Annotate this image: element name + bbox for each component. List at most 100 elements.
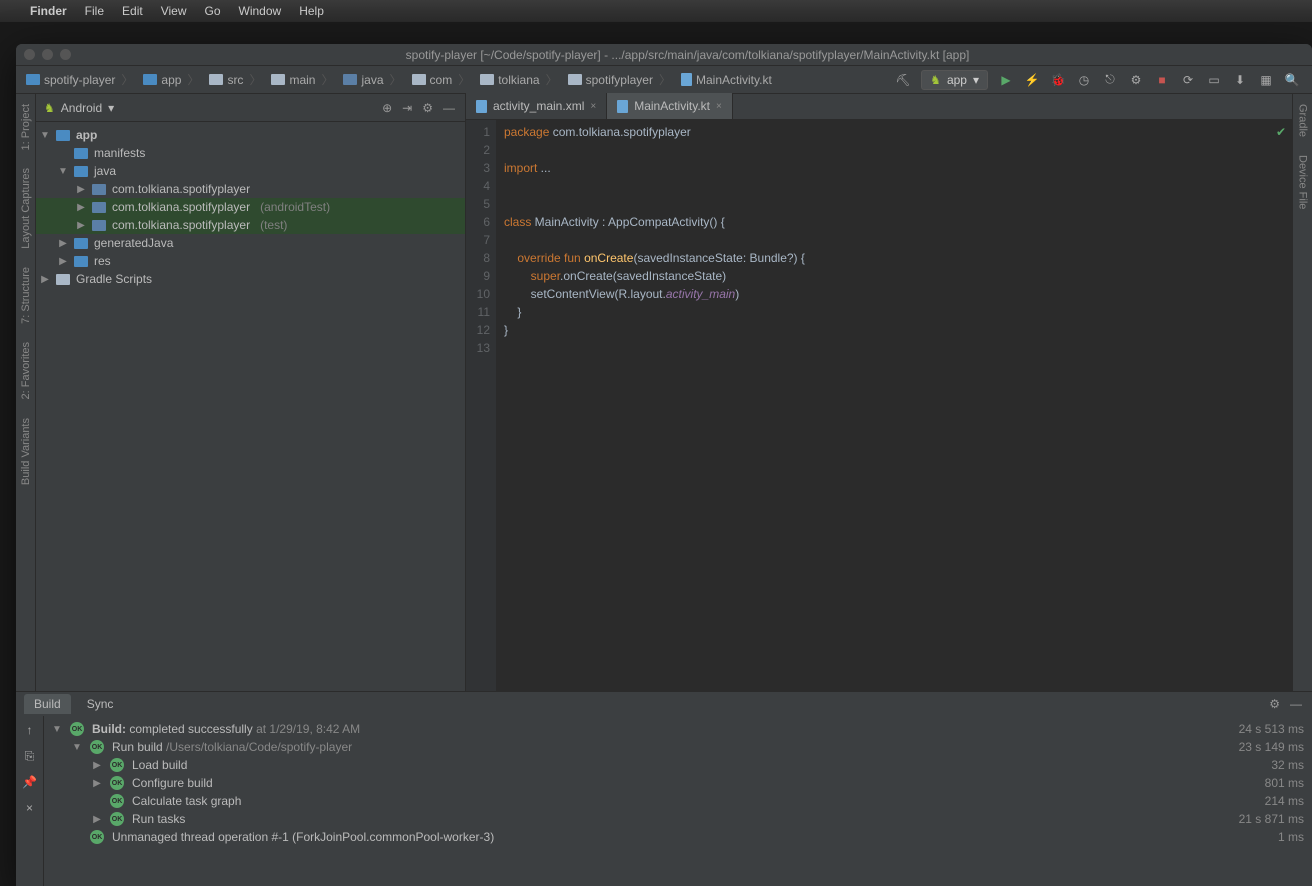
close-tab-icon[interactable]: × bbox=[590, 101, 596, 112]
xml-file-icon bbox=[476, 100, 487, 113]
rail-project[interactable]: 1: Project bbox=[20, 100, 32, 154]
sync-icon[interactable]: ⟳ bbox=[1180, 72, 1196, 88]
breadcrumbs: spotify-player〉 app〉 src〉 main〉 java〉 co… bbox=[22, 69, 895, 90]
crumb-com[interactable]: com〉 bbox=[408, 69, 475, 90]
rail-layout-captures[interactable]: Layout Captures bbox=[20, 164, 32, 253]
tree-item[interactable]: ▼app bbox=[36, 126, 465, 144]
rail-structure[interactable]: 7: Structure bbox=[20, 263, 32, 328]
folder-icon bbox=[412, 74, 426, 85]
minimize-icon[interactable] bbox=[42, 49, 53, 60]
folder-icon bbox=[480, 74, 494, 85]
tree-item[interactable]: ▶com.tolkiana.spotifyplayer bbox=[36, 180, 465, 198]
menu-file[interactable]: File bbox=[85, 4, 104, 18]
tree-item[interactable]: ▶Gradle Scripts bbox=[36, 270, 465, 288]
crumb-spotifyplayer[interactable]: spotifyplayer〉 bbox=[564, 69, 675, 90]
folder-icon bbox=[74, 148, 88, 159]
run-icon[interactable]: ▶ bbox=[998, 72, 1014, 88]
build-row[interactable]: Unmanaged thread operation #-1 (ForkJoin… bbox=[44, 828, 1312, 846]
build-row[interactable]: ▼Build: completed successfully at 1/29/1… bbox=[44, 720, 1312, 738]
close-icon[interactable] bbox=[24, 49, 35, 60]
folder-icon bbox=[74, 238, 88, 249]
toolbar-actions: ⛏ ♞ app ▾ ▶ ⚡ 🐞 ◷ ⎋ ⚙ ■ ⟳ ▭ ⬇ ▦ 🔍 bbox=[895, 70, 1306, 90]
build-row[interactable]: ▼Run build /Users/tolkiana/Code/spotify-… bbox=[44, 738, 1312, 756]
code-editor[interactable]: 12345678910111213 ✔ package com.tolkiana… bbox=[466, 120, 1292, 691]
bottom-tabs: Build Sync ⚙ — bbox=[16, 692, 1312, 716]
crumb-java[interactable]: java〉 bbox=[339, 69, 405, 90]
ok-badge-icon bbox=[110, 794, 124, 808]
crumb-project[interactable]: spotify-player〉 bbox=[22, 69, 137, 90]
chevron-down-icon[interactable]: ▾ bbox=[108, 101, 114, 115]
project-header: ♞ Android ▾ ⊕ ⇥ ⚙ — bbox=[36, 94, 465, 122]
build-row[interactable]: ▶Run tasks21 s 871 ms bbox=[44, 810, 1312, 828]
gradle-icon bbox=[56, 274, 70, 285]
tree-item[interactable]: ▶com.tolkiana.spotifyplayer(androidTest) bbox=[36, 198, 465, 216]
menubar-app-name[interactable]: Finder bbox=[30, 4, 67, 18]
layout-inspect-icon[interactable]: ▦ bbox=[1258, 72, 1274, 88]
close-tab-icon[interactable]: × bbox=[716, 101, 722, 112]
menu-help[interactable]: Help bbox=[299, 4, 324, 18]
avd-icon[interactable]: ▭ bbox=[1206, 72, 1222, 88]
filter-icon[interactable]: ↑ bbox=[22, 722, 38, 738]
tree-item[interactable]: ▶res bbox=[36, 252, 465, 270]
hammer-icon[interactable]: ⛏ bbox=[895, 72, 911, 88]
code-area[interactable]: ✔ package com.tolkiana.spotifyplayer imp… bbox=[496, 120, 1292, 691]
tree-item[interactable]: manifests bbox=[36, 144, 465, 162]
rail-build-variants[interactable]: Build Variants bbox=[20, 414, 32, 489]
tab-sync[interactable]: Sync bbox=[77, 694, 124, 714]
rail-device-file[interactable]: Device File bbox=[1297, 151, 1309, 213]
search-icon[interactable]: 🔍 bbox=[1284, 72, 1300, 88]
gear-icon[interactable]: ⚙ bbox=[420, 99, 435, 117]
gear-icon[interactable]: ⚙ bbox=[1267, 695, 1282, 713]
sdk-icon[interactable]: ⬇ bbox=[1232, 72, 1248, 88]
expand-icon[interactable]: ⎘ bbox=[22, 748, 38, 764]
zoom-icon[interactable] bbox=[60, 49, 71, 60]
kotlin-file-icon bbox=[617, 100, 628, 113]
attach-icon[interactable]: ⎋ bbox=[1102, 72, 1118, 88]
build-row[interactable]: ▶Load build32 ms bbox=[44, 756, 1312, 774]
rail-gradle[interactable]: Gradle bbox=[1297, 100, 1309, 141]
tree-item[interactable]: ▶generatedJava bbox=[36, 234, 465, 252]
build-row[interactable]: ▶Configure build801 ms bbox=[44, 774, 1312, 792]
debug-icon[interactable]: 🐞 bbox=[1050, 72, 1066, 88]
tree-item[interactable]: ▼java bbox=[36, 162, 465, 180]
folder-icon bbox=[568, 74, 582, 85]
crumb-src[interactable]: src〉 bbox=[205, 69, 265, 90]
tab-build[interactable]: Build bbox=[24, 694, 71, 714]
rail-favorites[interactable]: 2: Favorites bbox=[20, 338, 32, 403]
folder-icon bbox=[74, 256, 88, 267]
folder-icon bbox=[26, 74, 40, 85]
ok-badge-icon bbox=[90, 740, 104, 754]
project-panel: ♞ Android ▾ ⊕ ⇥ ⚙ — ▼appmanifests▼java▶c… bbox=[36, 94, 466, 691]
close-icon[interactable]: × bbox=[22, 800, 38, 816]
menu-go[interactable]: Go bbox=[205, 4, 221, 18]
hide-icon[interactable]: — bbox=[1288, 695, 1304, 713]
menu-view[interactable]: View bbox=[161, 4, 187, 18]
project-tree: ▼appmanifests▼java▶com.tolkiana.spotifyp… bbox=[36, 122, 465, 691]
build-row[interactable]: Calculate task graph214 ms bbox=[44, 792, 1312, 810]
folder-icon bbox=[143, 74, 157, 85]
tab-activity-main[interactable]: activity_main.xml× bbox=[466, 93, 607, 119]
crumb-main[interactable]: main〉 bbox=[267, 69, 337, 90]
collapse-icon[interactable]: ⇥ bbox=[400, 99, 414, 117]
tab-main-activity[interactable]: MainActivity.kt× bbox=[607, 93, 733, 119]
line-gutter: 12345678910111213 bbox=[466, 120, 496, 691]
hide-icon[interactable]: — bbox=[441, 99, 457, 117]
crumb-app[interactable]: app〉 bbox=[139, 69, 203, 90]
run-config-label: app bbox=[947, 73, 967, 87]
crumb-file[interactable]: MainActivity.kt bbox=[677, 71, 776, 89]
menu-window[interactable]: Window bbox=[239, 4, 282, 18]
project-view-label[interactable]: Android bbox=[61, 101, 102, 115]
profiler-icon[interactable]: ◷ bbox=[1076, 72, 1092, 88]
ok-badge-icon bbox=[70, 722, 84, 736]
crumb-tolkiana[interactable]: tolkiana〉 bbox=[476, 69, 561, 90]
stop-icon[interactable]: ■ bbox=[1154, 72, 1170, 88]
apply-changes-icon[interactable]: ⚡ bbox=[1024, 72, 1040, 88]
more-run-icon[interactable]: ⚙ bbox=[1128, 72, 1144, 88]
tree-item[interactable]: ▶com.tolkiana.spotifyplayer(test) bbox=[36, 216, 465, 234]
target-icon[interactable]: ⊕ bbox=[380, 99, 394, 117]
main-body: 1: Project Layout Captures 7: Structure … bbox=[16, 94, 1312, 691]
build-rail: ↑ ⎘ 📌 × bbox=[16, 716, 44, 886]
run-config-selector[interactable]: ♞ app ▾ bbox=[921, 70, 988, 90]
menu-edit[interactable]: Edit bbox=[122, 4, 143, 18]
pin-icon[interactable]: 📌 bbox=[22, 774, 38, 790]
